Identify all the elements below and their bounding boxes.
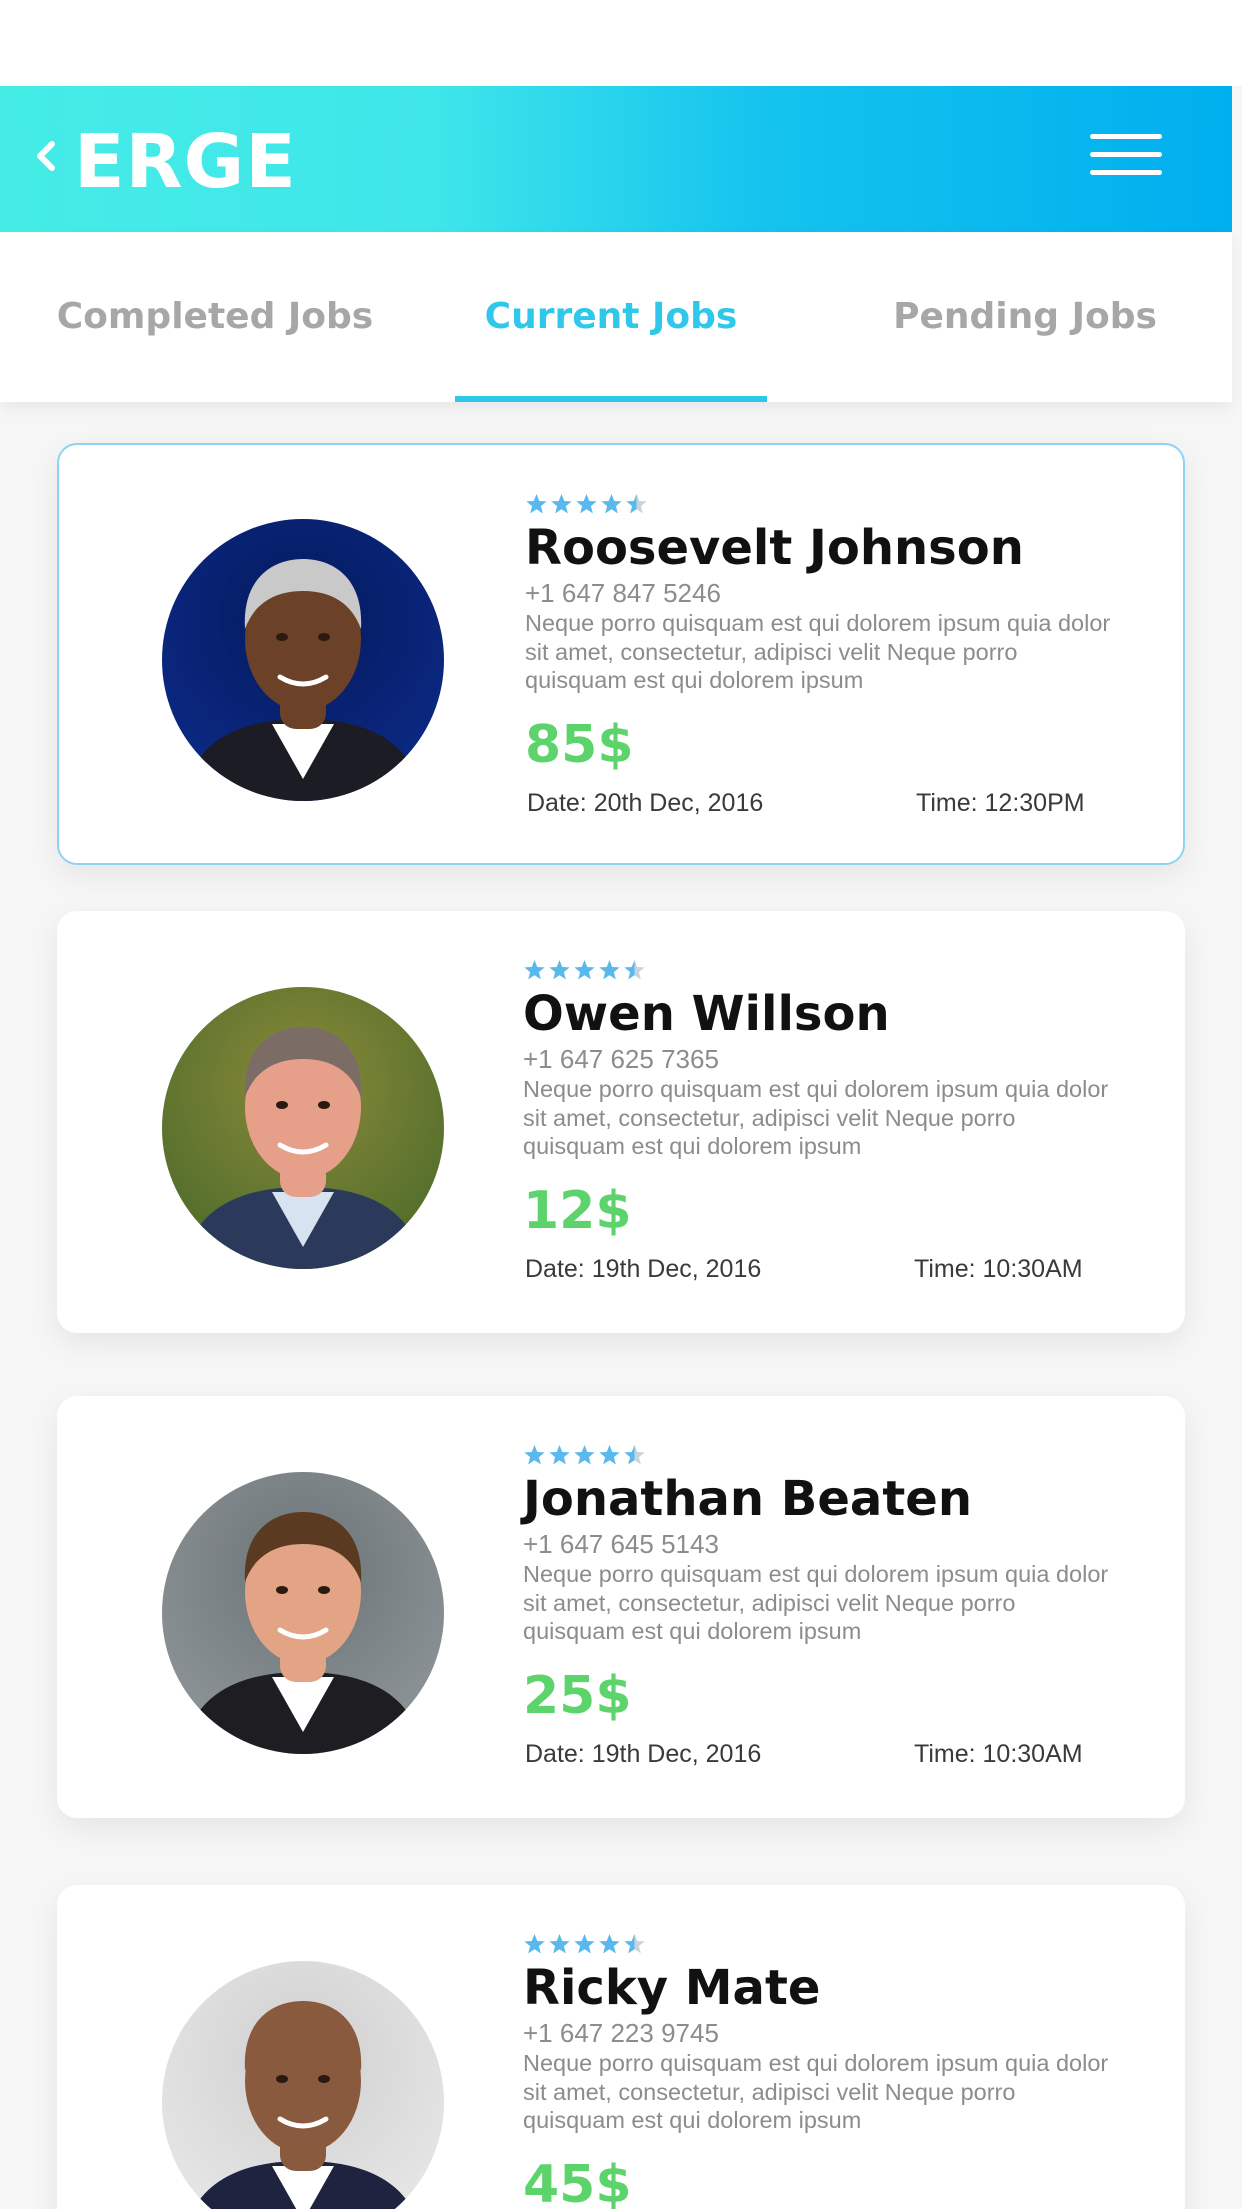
star-icon bbox=[573, 1444, 596, 1468]
job-card[interactable]: Jonathan Beaten +1 647 645 5143 Neque porr… bbox=[57, 1396, 1185, 1818]
chevron-left-icon[interactable] bbox=[32, 134, 60, 178]
star-icon bbox=[548, 1444, 571, 1468]
job-time: Time: 12:30PM bbox=[916, 789, 1085, 817]
job-price: 12$ bbox=[523, 1180, 632, 1241]
job-info: Jonathan Beaten +1 647 645 5143 Neque porr… bbox=[523, 1444, 1143, 1726]
status-bar bbox=[0, 0, 1242, 86]
tab-pending-jobs[interactable]: Pending Jobs bbox=[860, 232, 1190, 402]
star-icon bbox=[573, 1933, 596, 1957]
job-info: Ricky Mate +1 647 223 9745 Neque porro qui… bbox=[523, 1933, 1143, 2209]
job-description: Neque porro quisquam est qui dolorem ips… bbox=[525, 610, 1111, 693]
worker-name: Ricky Mate bbox=[523, 1960, 821, 2016]
star-icon bbox=[548, 959, 571, 983]
job-time: Time: 10:30AM bbox=[914, 1255, 1083, 1283]
worker-name: Roosevelt Johnson bbox=[525, 520, 1024, 576]
hamburger-menu-icon[interactable] bbox=[1090, 134, 1162, 178]
star-icon bbox=[600, 493, 623, 517]
app-header: ERGE bbox=[0, 86, 1232, 232]
job-tabs: Completed Jobs Current Jobs Pending Jobs bbox=[0, 232, 1232, 402]
job-date: Date: 19th Dec, 2016 bbox=[525, 1255, 762, 1283]
star-icon bbox=[548, 1933, 571, 1957]
star-icon bbox=[625, 493, 648, 517]
worker-name: Owen Willson bbox=[523, 986, 890, 1042]
phone-number[interactable]: +1 647 223 9745 bbox=[523, 2017, 1143, 2049]
avatar bbox=[162, 1961, 444, 2209]
active-tab-indicator bbox=[455, 396, 767, 402]
brand-logo: ERGE bbox=[74, 119, 297, 205]
worker-name: Jonathan Beaten bbox=[523, 1471, 972, 1527]
job-date: Date: 19th Dec, 2016 bbox=[525, 1740, 762, 1768]
star-icon bbox=[525, 493, 548, 517]
rating-stars bbox=[523, 959, 1143, 983]
rating-stars bbox=[523, 1933, 1143, 1957]
job-price: 45$ bbox=[523, 2154, 632, 2209]
rating-stars bbox=[525, 493, 1145, 517]
star-icon bbox=[575, 493, 598, 517]
avatar bbox=[162, 1472, 444, 1754]
phone-number[interactable]: +1 647 645 5143 bbox=[523, 1528, 1143, 1560]
job-card[interactable]: Roosevelt Johnson +1 647 847 5246 Neque po… bbox=[57, 443, 1185, 865]
phone-number[interactable]: +1 647 625 7365 bbox=[523, 1043, 1143, 1075]
app-screen: ERGE Completed Jobs Current Jobs Pending… bbox=[0, 0, 1242, 2209]
star-icon bbox=[598, 1933, 621, 1957]
job-info: Roosevelt Johnson +1 647 847 5246 Neque po… bbox=[525, 493, 1145, 775]
star-icon bbox=[523, 1444, 546, 1468]
avatar bbox=[162, 987, 444, 1269]
tab-current-jobs[interactable]: Current Jobs bbox=[455, 232, 767, 402]
star-icon bbox=[623, 1444, 646, 1468]
star-icon bbox=[523, 959, 546, 983]
star-icon bbox=[523, 1933, 546, 1957]
star-icon bbox=[573, 959, 596, 983]
job-time: Time: 10:30AM bbox=[914, 1740, 1083, 1768]
job-price: 85$ bbox=[525, 714, 634, 775]
phone-number[interactable]: +1 647 847 5246 bbox=[525, 577, 1145, 609]
star-icon bbox=[623, 959, 646, 983]
star-icon bbox=[598, 1444, 621, 1468]
job-card[interactable]: Owen Willson +1 647 625 7365 Neque porro q… bbox=[57, 911, 1185, 1333]
tab-completed-jobs[interactable]: Completed Jobs bbox=[40, 232, 390, 402]
star-icon bbox=[623, 1933, 646, 1957]
job-date: Date: 20th Dec, 2016 bbox=[527, 789, 764, 817]
job-price: 25$ bbox=[523, 1665, 632, 1726]
job-info: Owen Willson +1 647 625 7365 Neque porro q… bbox=[523, 959, 1143, 1241]
job-description: Neque porro quisquam est qui dolorem ips… bbox=[523, 1076, 1109, 1159]
star-icon bbox=[598, 959, 621, 983]
avatar bbox=[162, 519, 444, 801]
job-description: Neque porro quisquam est qui dolorem ips… bbox=[523, 1561, 1109, 1644]
job-description: Neque porro quisquam est qui dolorem ips… bbox=[523, 2050, 1109, 2133]
star-icon bbox=[550, 493, 573, 517]
job-card[interactable]: Ricky Mate +1 647 223 9745 Neque porro qui… bbox=[57, 1885, 1185, 2209]
rating-stars bbox=[523, 1444, 1143, 1468]
